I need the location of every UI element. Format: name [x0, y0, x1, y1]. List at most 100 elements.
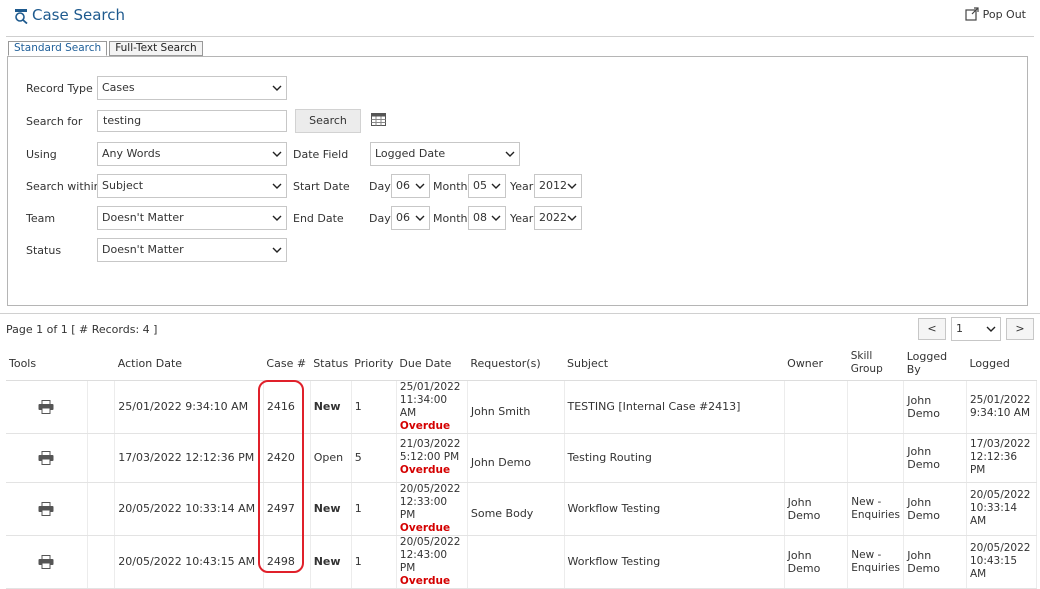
search-for-label: Search for	[26, 115, 83, 128]
end-year-value: 2022	[539, 211, 567, 224]
start-month-label: Month	[433, 180, 468, 193]
cell-priority: 1	[351, 482, 397, 536]
end-month-select[interactable]: 08	[468, 206, 506, 230]
chevron-down-icon	[986, 326, 996, 332]
cell-owner: John Demo	[784, 482, 849, 536]
cell-subject[interactable]: Workflow Testing	[564, 482, 785, 536]
chevron-down-icon	[415, 215, 425, 221]
start-day-label: Day	[369, 180, 391, 193]
popout-label: Pop Out	[982, 7, 1026, 21]
table-row[interactable]: 20/05/2022 10:43:15 AM 2498 New 1 20/05/…	[6, 535, 1038, 589]
due-date-value: 21/03/2022 5:12:00 PM	[399, 438, 461, 463]
status-select[interactable]: Doesn't Matter	[97, 238, 287, 262]
cell-priority: 1	[351, 380, 397, 434]
cell-case[interactable]: 2498	[263, 535, 311, 589]
search-tabs: Standard Search Full-Text Search	[8, 41, 203, 56]
tab-full-text-search[interactable]: Full-Text Search	[109, 41, 203, 56]
page-title: Case Search	[32, 6, 126, 24]
col-requestor[interactable]: Requestor(s)	[467, 347, 564, 381]
end-day-select[interactable]: 06	[391, 206, 430, 230]
printer-icon[interactable]	[38, 399, 54, 414]
status-label: Status	[26, 244, 62, 257]
printer-icon[interactable]	[38, 501, 54, 516]
using-select[interactable]: Any Words	[97, 142, 287, 166]
search-button[interactable]: Search	[295, 109, 361, 133]
calendar-icon[interactable]	[371, 113, 386, 126]
cell-logged-by: John Demo	[903, 380, 967, 434]
cell-status: New	[310, 380, 352, 434]
start-date-label: Start Date	[293, 180, 350, 193]
team-value: Doesn't Matter	[102, 211, 184, 224]
popout-button[interactable]: Pop Out	[964, 7, 1026, 21]
table-row[interactable]: 20/05/2022 10:33:14 AM 2497 New 1 20/05/…	[6, 482, 1038, 536]
page-select[interactable]: 1	[951, 317, 1001, 341]
date-field-value: Logged Date	[375, 147, 446, 160]
cell-case[interactable]: 2497	[263, 482, 311, 536]
cell-skill-group	[847, 380, 905, 434]
end-year-select[interactable]: 2022	[534, 206, 582, 230]
printer-icon[interactable]	[38, 450, 54, 465]
col-logged-by[interactable]: Logged By	[903, 347, 967, 381]
col-skill-group[interactable]: Skill Group	[847, 347, 904, 381]
page-info: Page 1 of 1 [ # Records: 4 ]	[6, 323, 158, 336]
end-day-value: 06	[396, 211, 410, 224]
chevron-down-icon	[272, 183, 282, 189]
due-date-value: 20/05/2022 12:43:00 PM	[399, 535, 461, 574]
overdue-flag: Overdue	[399, 521, 451, 534]
tab-standard-search[interactable]: Standard Search	[8, 41, 108, 56]
chevron-down-icon	[272, 215, 282, 221]
search-icon	[15, 9, 28, 24]
cell-owner: John Demo	[784, 535, 849, 589]
search-within-select[interactable]: Subject	[97, 174, 287, 198]
col-action-date[interactable]: Action Date	[114, 347, 264, 381]
table-header-row: Tools Action Date Case # Status Priority…	[6, 347, 1037, 381]
cell-logged-by: John Demo	[903, 482, 967, 536]
record-type-select[interactable]: Cases	[97, 76, 287, 100]
date-field-select[interactable]: Logged Date	[370, 142, 520, 166]
cell-subject[interactable]: Testing Routing	[564, 433, 785, 483]
next-page-button[interactable]: >	[1006, 318, 1034, 340]
col-due-date[interactable]: Due Date	[396, 347, 468, 381]
cell-case[interactable]: 2420	[263, 433, 311, 483]
team-select[interactable]: Doesn't Matter	[97, 206, 287, 230]
start-year-label: Year	[510, 180, 534, 193]
printer-icon[interactable]	[38, 554, 54, 569]
due-date-value: 20/05/2022 12:33:00 PM	[399, 482, 461, 521]
cell-subject[interactable]: TESTING [Internal Case #2413]	[564, 380, 785, 434]
col-logged[interactable]: Logged	[966, 347, 1037, 381]
end-month-value: 08	[473, 211, 487, 224]
cell-status: New	[310, 535, 352, 589]
chevron-down-icon	[491, 215, 501, 221]
cell-logged-by: John Demo	[903, 535, 967, 589]
col-case[interactable]: Case #	[263, 347, 311, 381]
cell-subject[interactable]: Workflow Testing	[564, 535, 785, 589]
start-year-select[interactable]: 2012	[534, 174, 582, 198]
record-type-value: Cases	[102, 81, 135, 94]
page-select-value: 1	[956, 322, 963, 335]
cell-priority: 5	[351, 433, 397, 483]
start-month-select[interactable]: 05	[468, 174, 506, 198]
cell-case[interactable]: 2416	[263, 380, 311, 434]
cell-skill-group	[847, 433, 905, 483]
search-panel: Record Type Cases Search for testing Sea…	[7, 56, 1028, 306]
start-month-value: 05	[473, 179, 487, 192]
prev-page-button[interactable]: <	[918, 318, 946, 340]
chevron-down-icon	[491, 183, 501, 189]
status-value: Doesn't Matter	[102, 243, 184, 256]
row-tools	[6, 380, 88, 434]
table-row[interactable]: 25/01/2022 9:34:10 AM 2416 New 1 25/01/2…	[6, 380, 1038, 434]
col-subject[interactable]: Subject	[564, 347, 785, 381]
cell-requestor	[467, 535, 565, 589]
cell-owner	[784, 433, 849, 483]
col-owner[interactable]: Owner	[784, 347, 848, 381]
search-input[interactable]: testing	[97, 110, 287, 132]
cell-logged: 20/05/2022 10:43:15 AM	[966, 535, 1038, 589]
popout-icon	[964, 7, 979, 21]
start-day-select[interactable]: 06	[391, 174, 430, 198]
col-priority[interactable]: Priority	[351, 347, 397, 381]
table-row[interactable]: 17/03/2022 12:12:36 PM 2420 Open 5 21/03…	[6, 433, 1038, 483]
due-date-value: 25/01/2022 11:34:00 AM	[399, 380, 461, 419]
cell-status: New	[310, 482, 352, 536]
search-within-value: Subject	[102, 179, 144, 192]
col-status[interactable]: Status	[310, 347, 352, 381]
